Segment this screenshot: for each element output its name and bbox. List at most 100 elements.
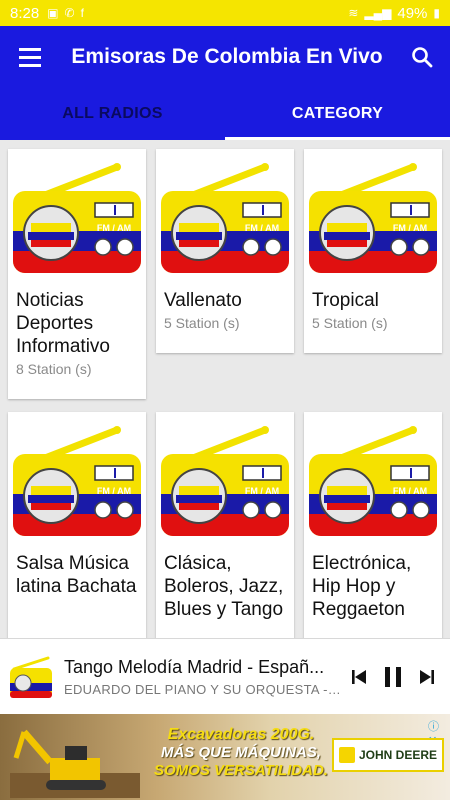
speaker-blue [324,495,370,503]
status-time: 8:28 [10,4,40,22]
speaker-yellow [179,223,219,232]
speaker-blue [176,495,222,503]
excavator-image [10,729,140,798]
mini-player[interactable]: Tango Melodía Madrid - Españ... EDUARDO … [0,638,450,714]
facebook-notification-icon: f [80,6,84,20]
radio-antenna [337,426,417,462]
radio-antenna [337,163,417,199]
signal-icon: ▂▄▆ [364,6,392,20]
radio-knob-right [264,238,282,256]
radio-thumbnail: FM / AM [8,149,146,289]
radio-knob-right [412,238,430,256]
status-bar: 8:28 ▣ ✆ f ≋ ▂▄▆ 49% ▮ [0,0,450,26]
radio-knob-left [390,238,408,256]
tab-all-radios[interactable]: ALL RADIOS [0,88,225,140]
category-card-electronica[interactable]: FM / AM Electrónica, Hip Hop y Reggaeton [304,412,442,638]
category-card-vallenato[interactable]: FM / AM Vallenato 5 Station (s) [156,149,294,353]
station-count: 8 Station (s) [16,361,92,377]
station-count: 5 Station (s) [164,315,240,331]
ad-line-3: SOMOS VERSATILIDAD. [154,762,328,779]
radio-knob-right [116,238,134,256]
category-name: Tropical [312,290,379,311]
ad-brand: JOHN DEERE [358,748,438,762]
player-artist: EDUARDO DEL PIANO Y SU ORQUESTA - L... [64,681,344,697]
fm-am-label: FM / AM [97,223,131,233]
previous-icon[interactable] [350,668,368,686]
radio-antenna [41,163,121,199]
station-count: 5 Station (s) [312,315,388,331]
speaker-red [179,503,219,510]
app-bar: Emisoras De Colombia En Vivo [0,26,450,88]
next-icon[interactable] [418,668,436,686]
speaker-blue [324,232,370,240]
radio-knob-left [94,501,112,519]
category-card-clasica[interactable]: FM / AM Clásica, Boleros, Jazz, Blues y … [156,412,294,638]
radio-thumbnail: FM / AM [8,412,146,552]
phone-notification-icon: ✆ [64,6,75,20]
antenna-tip [113,426,121,434]
speaker-yellow [327,486,367,495]
radio-thumbnail: FM / AM [156,149,294,289]
ad-choices-icon[interactable]: ⓘ ✕ [428,718,446,747]
category-card-noticias[interactable]: FM / AM Noticias Deportes Informativo 8 … [8,149,146,399]
category-card-salsa[interactable]: FM / AM Salsa Música latina Bachata [8,412,146,638]
john-deere-logo: JOHN DEERE [332,738,444,772]
app-title: Emisoras De Colombia En Vivo [71,45,383,68]
speaker-yellow [31,486,71,495]
fm-am-label: FM / AM [245,486,279,496]
radio-knob-right [264,501,282,519]
category-name: Salsa Música latina Bachata [16,553,137,597]
radio-thumbnail: FM / AM [304,149,442,289]
ad-line-1: Excavadoras 200G. [167,726,315,743]
player-radio-thumbnail [10,656,52,698]
speaker-blue [28,495,74,503]
radio-knob-left [242,238,260,256]
battery-percent: 49% [397,4,428,22]
radio-knob-right [412,501,430,519]
hamburger-menu-icon[interactable] [0,26,60,88]
deer-logo-icon [338,747,355,763]
category-card-tropical[interactable]: FM / AM Tropical 5 Station (s) [304,149,442,353]
speaker-red [31,240,71,247]
radio-knob-right [116,501,134,519]
pause-icon[interactable] [382,665,404,689]
fm-am-label: FM / AM [97,486,131,496]
category-name: Electrónica, Hip Hop y Reggaeton [312,553,412,620]
ad-banner[interactable]: Excavadoras 200G. MÁS QUE MÁQUINAS, SOMO… [0,714,450,800]
speaker-red [179,240,219,247]
speaker-red [327,503,367,510]
antenna-tip [113,163,121,171]
player-title: Tango Melodía Madrid - Españ... [64,656,325,677]
gallery-notification-icon: ▣ [47,6,59,20]
radio-thumbnail: FM / AM [304,412,442,552]
antenna-tip [261,426,269,434]
radio-knob-left [390,501,408,519]
fm-am-label: FM / AM [393,486,427,496]
ad-line-2: MÁS QUE MÁQUINAS, [160,744,321,761]
speaker-red [327,240,367,247]
antenna-tip [409,163,417,171]
radio-antenna [189,426,269,462]
speaker-red [31,503,71,510]
speaker-yellow [179,486,219,495]
fm-am-label: FM / AM [245,223,279,233]
antenna-tip [409,426,417,434]
speaker-yellow [31,223,71,232]
wifi-icon: ≋ [348,6,359,20]
speaker-blue [28,232,74,240]
radio-antenna [189,163,269,199]
category-name: Clásica, Boleros, Jazz, Blues y Tango [164,553,284,620]
speaker-yellow [327,223,367,232]
tab-category[interactable]: CATEGORY [225,88,450,140]
radio-knob-left [94,238,112,256]
speaker-blue [176,232,222,240]
battery-icon: ▮ [433,6,440,20]
radio-thumbnail: FM / AM [156,412,294,552]
fm-am-label: FM / AM [393,223,427,233]
search-icon[interactable] [394,26,450,88]
category-name: Vallenato [164,290,242,311]
radio-antenna [41,426,121,462]
ad-headline: Excavadoras 200G. MÁS QUE MÁQUINAS, SOMO… [146,726,336,780]
category-grid: FM / AM Noticias Deportes Informativo 8 … [0,140,450,638]
category-name: Noticias Deportes Informativo [16,290,110,357]
